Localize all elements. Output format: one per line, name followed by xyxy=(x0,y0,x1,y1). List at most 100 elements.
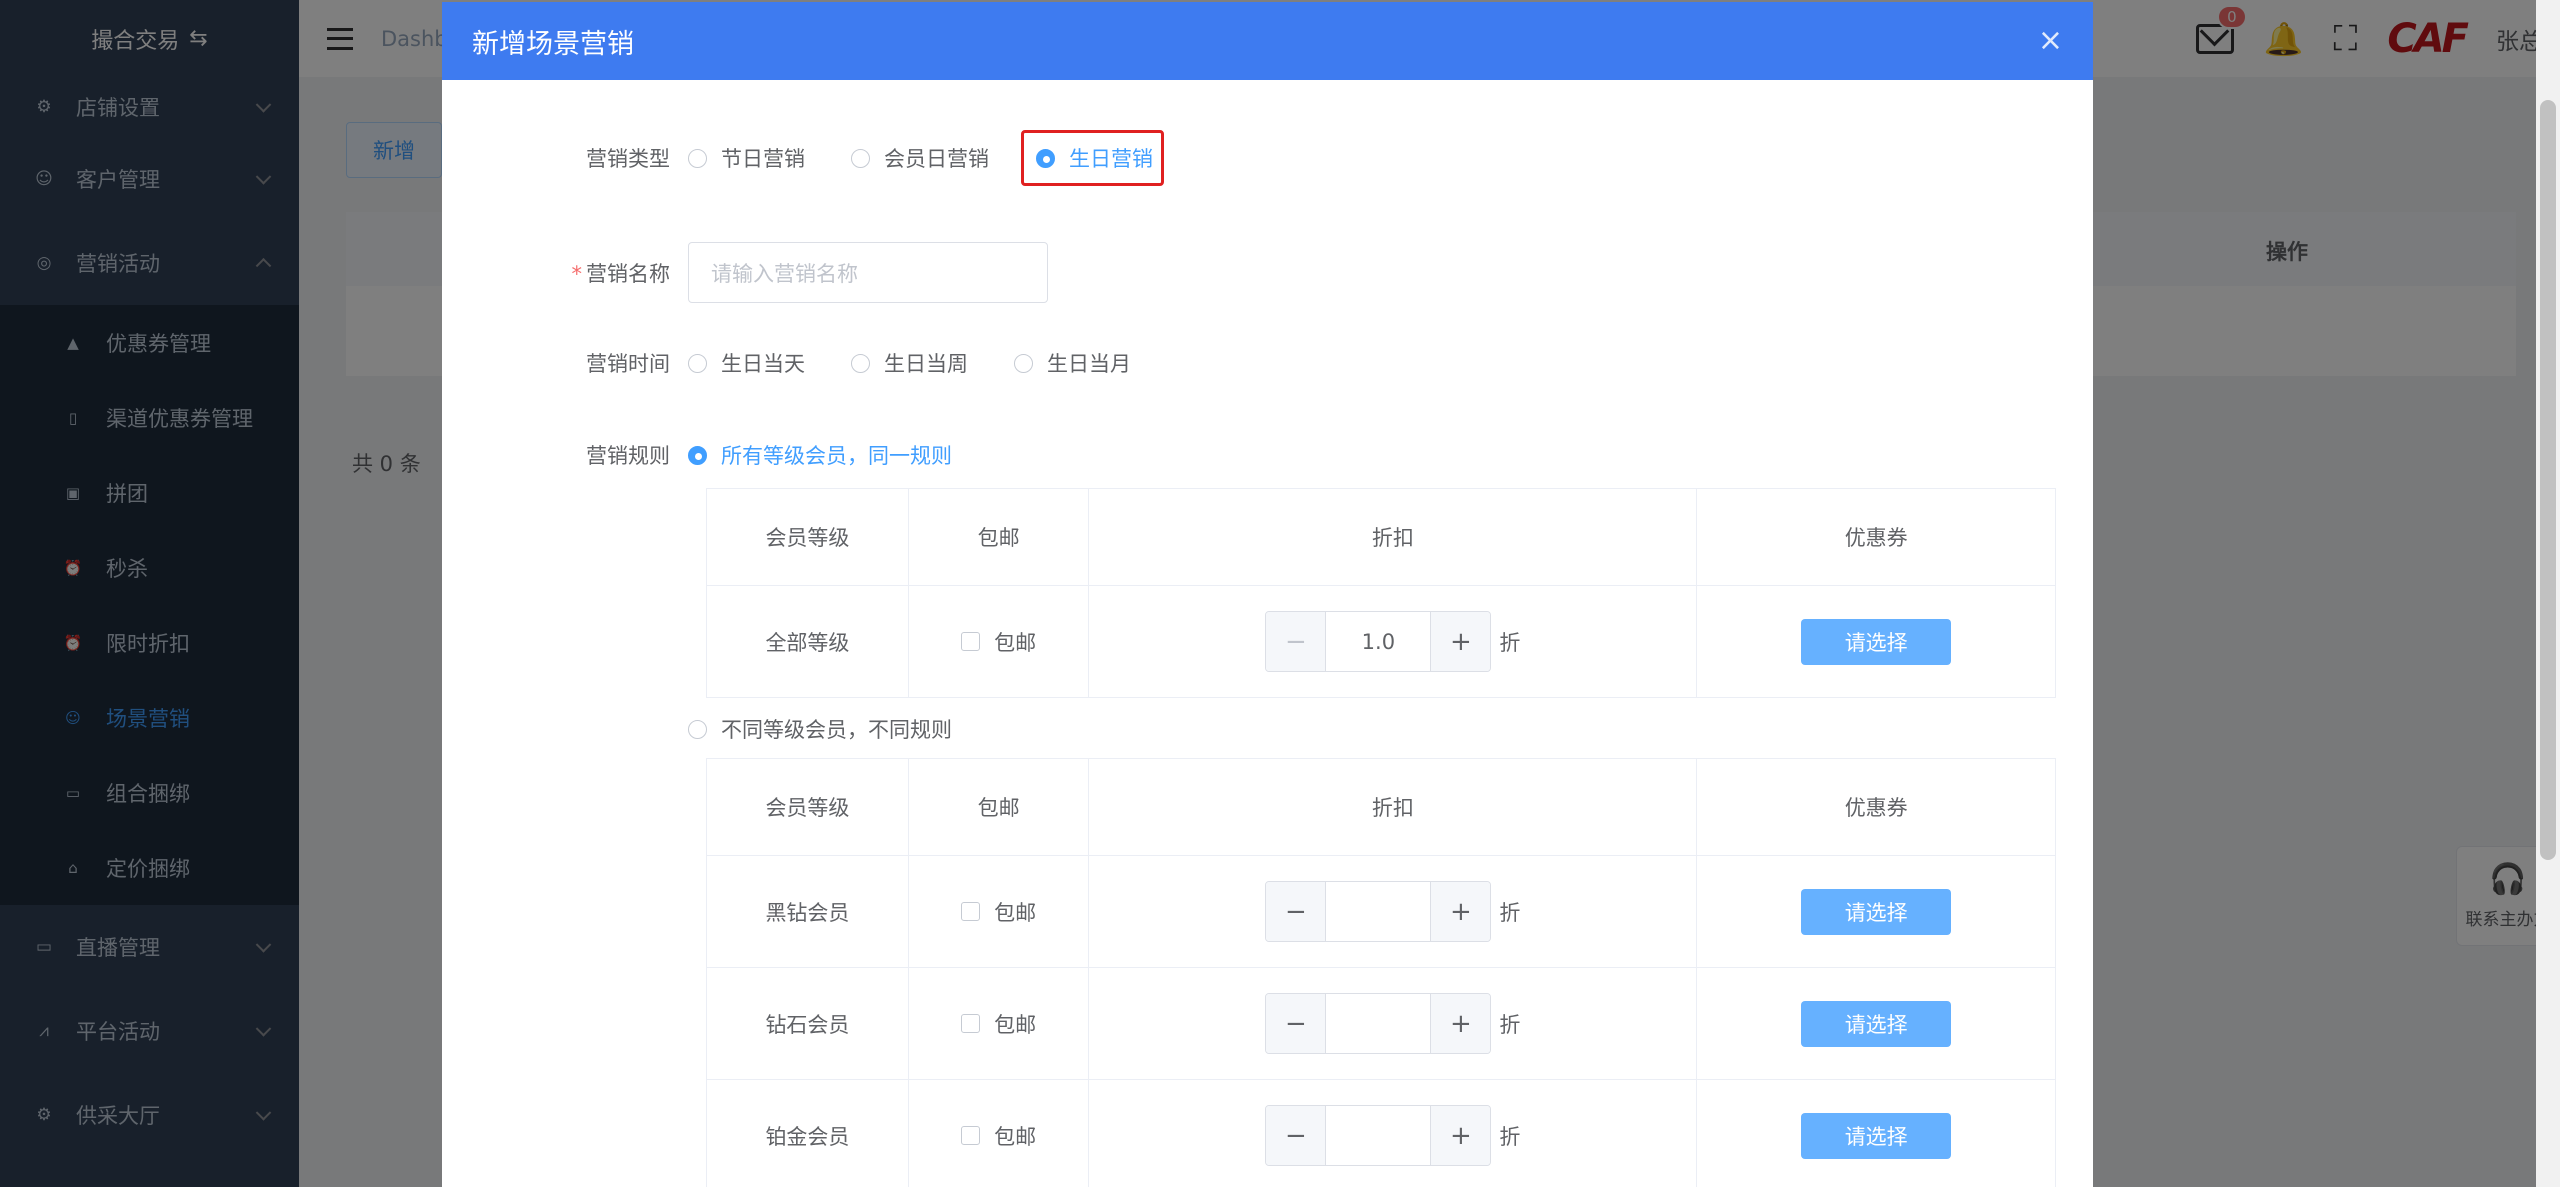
checkbox-label: 包邮 xyxy=(994,1124,1037,1149)
checkbox-label: 包邮 xyxy=(994,630,1037,655)
radio-label: 生日当月 xyxy=(1047,352,1131,376)
col-coupon: 优惠券 xyxy=(1696,488,2056,586)
radio-circle xyxy=(688,445,707,465)
cell-coupon: 请选择 xyxy=(1696,1079,2056,1187)
cell-coupon: 请选择 xyxy=(1696,967,2056,1080)
discount-group: − 1.0 + 折 xyxy=(1265,611,1520,672)
form-row-name: * 营销名称 请输入营销名称 xyxy=(442,242,1048,303)
table-header-row: 会员等级 包邮 折扣 优惠券 xyxy=(706,488,2056,586)
close-icon[interactable]: × xyxy=(2038,26,2063,56)
plus-button[interactable]: + xyxy=(1430,994,1491,1053)
discount-unit: 折 xyxy=(1499,1012,1521,1037)
radio-label: 会员日营销 xyxy=(884,147,989,171)
radio-label: 不同等级会员，不同规则 xyxy=(721,718,952,742)
radio-label: 生日当天 xyxy=(721,352,805,376)
radio-festival[interactable]: 节日营销 xyxy=(688,143,805,173)
checkbox-box xyxy=(961,1014,981,1033)
cell-coupon: 请选择 xyxy=(1696,585,2056,698)
checkbox-box xyxy=(961,902,981,921)
minus-button[interactable]: − xyxy=(1266,994,1327,1053)
diff-rule-table: 会员等级 包邮 折扣 优惠券 黑钻会员 包邮 − + 折 请选择 钻石会员 包邮… xyxy=(706,758,2056,1187)
discount-group: − + 折 xyxy=(1265,881,1520,942)
discount-group: − + 折 xyxy=(1265,1105,1520,1166)
radio-circle xyxy=(1036,148,1055,168)
radio-label: 生日营销 xyxy=(1069,147,1153,171)
checkbox-label: 包邮 xyxy=(994,900,1037,925)
add-scene-marketing-dialog: 新增场景营销 × 营销类型 节日营销 会员日营销 生日营销 * 营销名称 请输入营… xyxy=(442,2,2093,1187)
table-header-row: 会员等级 包邮 折扣 优惠券 xyxy=(706,758,2056,856)
checkbox-box xyxy=(961,1126,981,1145)
rule-label: 营销规则 xyxy=(586,444,670,468)
time-label: 营销时间 xyxy=(586,352,670,376)
cell-level: 黑钻会员 xyxy=(706,855,909,968)
form-row-rule: 营销规则 所有等级会员，同一规则 xyxy=(442,440,998,470)
cell-free-shipping: 包邮 xyxy=(907,1079,1090,1187)
discount-stepper[interactable]: − + xyxy=(1265,881,1492,942)
minus-button[interactable]: − xyxy=(1266,882,1327,941)
cell-discount: − + 折 xyxy=(1088,855,1698,968)
radio-label: 生日当周 xyxy=(884,352,968,376)
radio-circle xyxy=(688,148,707,168)
form-row-time: 营销时间 生日当天 生日当周 生日当月 xyxy=(442,348,1177,378)
same-rule-table: 会员等级 包邮 折扣 优惠券 全部等级 包邮 − 1.0 + 折 请选择 xyxy=(706,488,2056,698)
free-shipping-checkbox[interactable]: 包邮 xyxy=(961,1009,1036,1039)
radio-birthday-month[interactable]: 生日当月 xyxy=(1014,348,1131,378)
col-free-shipping: 包邮 xyxy=(907,488,1090,586)
radio-label: 所有等级会员，同一规则 xyxy=(721,444,952,468)
col-level: 会员等级 xyxy=(706,488,909,586)
free-shipping-checkbox[interactable]: 包邮 xyxy=(961,627,1036,657)
cell-discount: − 1.0 + 折 xyxy=(1088,585,1698,698)
radio-member-day[interactable]: 会员日营销 xyxy=(851,143,989,173)
dialog-title: 新增场景营销 xyxy=(472,28,634,60)
radio-circle xyxy=(688,353,707,373)
discount-unit: 折 xyxy=(1499,900,1521,925)
choose-coupon-button[interactable]: 请选择 xyxy=(1801,1000,1952,1047)
discount-value[interactable] xyxy=(1326,1106,1430,1165)
col-discount: 折扣 xyxy=(1088,488,1698,586)
radio-label: 节日营销 xyxy=(721,147,805,171)
cell-discount: − + 折 xyxy=(1088,967,1698,1080)
col-discount: 折扣 xyxy=(1088,758,1698,856)
scrollbar-thumb[interactable] xyxy=(2540,100,2556,860)
minus-button[interactable]: − xyxy=(1266,612,1327,671)
cell-free-shipping: 包邮 xyxy=(907,855,1090,968)
radio-circle xyxy=(1014,353,1033,373)
radio-diff-rule[interactable]: 不同等级会员，不同规则 xyxy=(688,714,952,744)
name-label-text: 营销名称 xyxy=(586,261,670,286)
checkbox-box xyxy=(961,632,981,651)
scrollbar[interactable] xyxy=(2536,0,2560,1187)
minus-button[interactable]: − xyxy=(1266,1106,1327,1165)
discount-unit: 折 xyxy=(1499,1124,1521,1149)
discount-group: − + 折 xyxy=(1265,993,1520,1054)
cell-free-shipping: 包邮 xyxy=(907,967,1090,1080)
free-shipping-checkbox[interactable]: 包邮 xyxy=(961,1121,1036,1151)
plus-button[interactable]: + xyxy=(1430,1106,1491,1165)
required-mark: * xyxy=(571,261,583,286)
plus-button[interactable]: + xyxy=(1430,882,1491,941)
col-free-shipping: 包邮 xyxy=(907,758,1090,856)
cell-level: 钻石会员 xyxy=(706,967,909,1080)
type-label: 营销类型 xyxy=(586,147,670,171)
discount-value[interactable] xyxy=(1326,994,1430,1053)
discount-stepper[interactable]: − + xyxy=(1265,1105,1492,1166)
plus-button[interactable]: + xyxy=(1430,612,1491,671)
radio-birthday-day[interactable]: 生日当天 xyxy=(688,348,805,378)
choose-coupon-button[interactable]: 请选择 xyxy=(1801,618,1952,665)
table-row: 全部等级 包邮 − 1.0 + 折 请选择 xyxy=(706,585,2056,698)
discount-value[interactable] xyxy=(1326,882,1430,941)
radio-birthday[interactable]: 生日营销 xyxy=(1021,130,1164,186)
discount-stepper[interactable]: − + xyxy=(1265,993,1492,1054)
free-shipping-checkbox[interactable]: 包邮 xyxy=(961,897,1036,927)
name-label: * 营销名称 xyxy=(442,258,688,288)
form-row-type: 营销类型 节日营销 会员日营销 生日营销 xyxy=(442,130,1210,186)
radio-birthday-week[interactable]: 生日当周 xyxy=(851,348,968,378)
radio-same-rule[interactable]: 所有等级会员，同一规则 xyxy=(688,440,952,470)
cell-coupon: 请选择 xyxy=(1696,855,2056,968)
discount-value[interactable]: 1.0 xyxy=(1326,612,1430,671)
table-row: 黑钻会员 包邮 − + 折 请选择 xyxy=(706,855,2056,968)
table-row: 铂金会员 包邮 − + 折 请选择 xyxy=(706,1079,2056,1187)
marketing-name-input[interactable]: 请输入营销名称 xyxy=(688,242,1048,303)
choose-coupon-button[interactable]: 请选择 xyxy=(1801,1112,1952,1159)
discount-stepper[interactable]: − 1.0 + xyxy=(1265,611,1492,672)
choose-coupon-button[interactable]: 请选择 xyxy=(1801,888,1952,935)
